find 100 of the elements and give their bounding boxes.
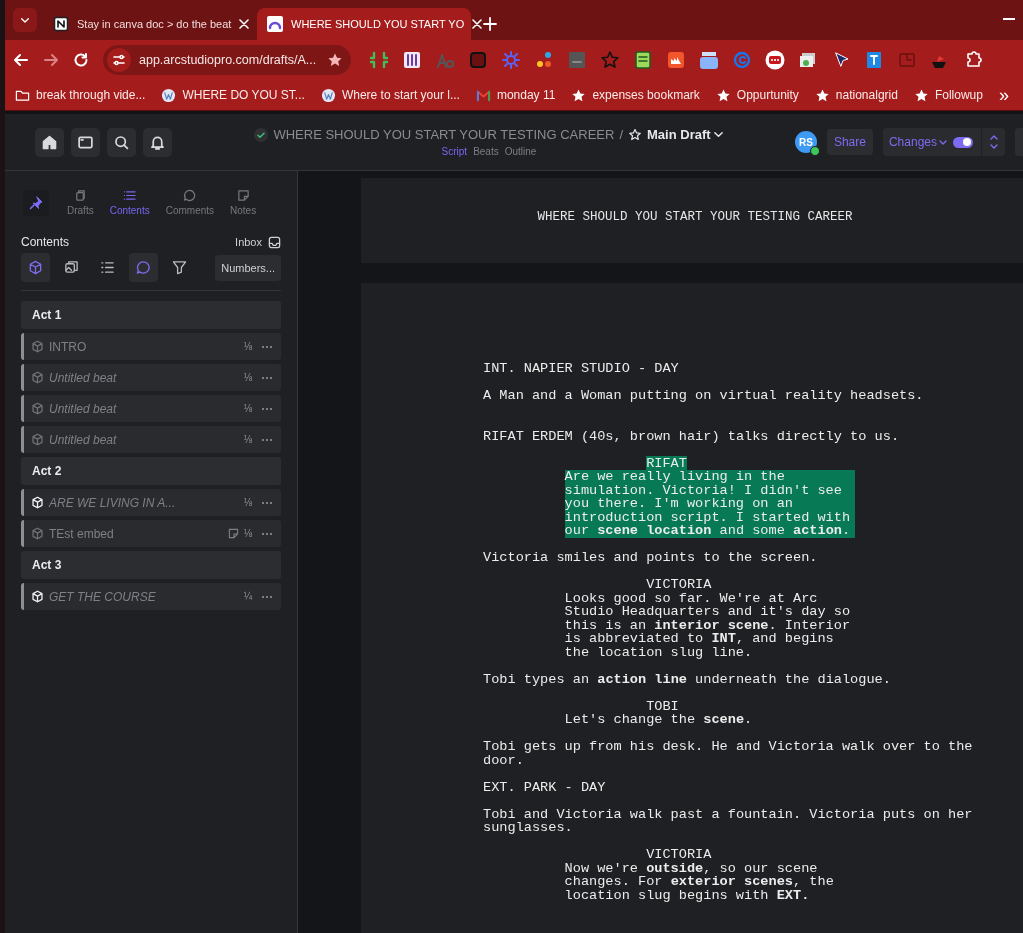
browser-tab[interactable]: Stay in canva doc > do the beat <box>43 8 257 40</box>
action-line: Tobi types an action line underneath the dialogue. <box>483 672 892 686</box>
filter-icon <box>172 260 187 275</box>
extension-icon[interactable] <box>864 50 884 70</box>
scene-heading: EXT. PARK - DAY <box>483 780 607 794</box>
changes-toggle[interactable] <box>953 136 973 148</box>
more-icon[interactable] <box>261 594 273 599</box>
plus-icon[interactable] <box>483 17 497 31</box>
comment-filter-button[interactable] <box>129 253 158 282</box>
pin-button[interactable] <box>23 190 49 216</box>
more-icon[interactable] <box>261 531 273 536</box>
bookmark[interactable]: nationalgrid <box>835 88 898 102</box>
more-bookmarks-button[interactable]: » <box>998 84 1009 106</box>
dialogue-text: Let's change the scene. <box>564 713 754 727</box>
list-icon <box>123 189 137 202</box>
changes-dropdown[interactable]: Changes <box>888 135 937 149</box>
more-icon[interactable] <box>261 437 273 442</box>
home-button[interactable] <box>35 127 64 157</box>
tab-search-button[interactable] <box>13 8 37 32</box>
star-icon <box>814 87 830 103</box>
extension-icon[interactable] <box>798 50 818 70</box>
site-settings-icon[interactable] <box>107 48 131 72</box>
act-heading[interactable]: Act 2 <box>21 457 281 485</box>
extension-icon[interactable] <box>666 50 686 70</box>
bookmark[interactable]: monday 11 <box>496 88 556 102</box>
more-icon[interactable] <box>261 375 273 380</box>
view-tab[interactable]: Script <box>441 146 468 157</box>
sidebar-tab[interactable]: Notes <box>224 189 263 216</box>
search-icon <box>113 133 130 151</box>
images-icon <box>64 260 79 275</box>
star-icon[interactable] <box>600 50 620 70</box>
caret-icon <box>712 129 724 140</box>
page-count: ⅛ <box>243 434 252 445</box>
view-tab[interactable]: Beats <box>473 146 499 157</box>
share-button[interactable]: Share <box>826 129 873 155</box>
act-heading[interactable]: Act 1 <box>21 301 281 329</box>
beat-item[interactable]: INTRO ⅛ <box>21 333 281 360</box>
numbers-dropdown[interactable]: Numbers... <box>215 254 281 281</box>
action-line: RIFAT ERDEM (40s, brown hair) talks directly to us. <box>483 429 901 443</box>
sidebar-tab[interactable]: Drafts <box>61 189 100 216</box>
bookmark[interactable]: expenses bookmark <box>592 88 700 102</box>
comment-icon <box>136 260 151 275</box>
page-count: ⅛ <box>243 341 252 352</box>
back-icon[interactable] <box>13 52 29 68</box>
notepad-icon[interactable] <box>633 50 653 70</box>
dialogue-text: Are we really living in the simulation. Victoria! I didn't see you there. I'm working on an introduction script. I started with our scene location and some action. <box>564 470 855 538</box>
extension-icon[interactable] <box>369 50 389 70</box>
forward-icon[interactable] <box>43 52 59 68</box>
globe-icon <box>320 87 336 103</box>
beat-item[interactable]: Untitled beat ⅛ <box>21 426 281 453</box>
more-icon[interactable] <box>261 500 273 505</box>
cube-filter-button[interactable] <box>21 253 50 282</box>
beat-title: Untitled beat <box>49 370 118 385</box>
page-count: ¼ <box>243 591 252 602</box>
action-line: A Man and a Woman putting on virtual reality headsets. <box>483 389 925 403</box>
bookmark[interactable]: Oppurtunity <box>736 88 799 102</box>
beat-item[interactable]: ARE WE LIVING IN A... ⅛ <box>21 489 281 516</box>
bell-button[interactable] <box>143 127 172 157</box>
breadcrumb-separator: / <box>619 127 623 142</box>
beat-title: INTRO <box>49 339 88 354</box>
star-icon[interactable] <box>628 127 642 142</box>
beat-item[interactable]: Untitled beat ⅛ <box>21 364 281 391</box>
pin-icon <box>29 196 43 210</box>
bookmark[interactable]: break through vide... <box>36 88 146 102</box>
beat-title: GET THE COURSE <box>49 589 157 604</box>
address-bar[interactable]: app.arcstudiopro.com/drafts/A... <box>103 45 351 75</box>
window-button[interactable] <box>71 127 100 157</box>
close-icon[interactable] <box>239 19 250 29</box>
close-icon[interactable] <box>472 19 483 29</box>
star-icon <box>571 87 587 103</box>
act-heading[interactable]: Act 3 <box>21 551 281 579</box>
notebook-icon <box>53 16 69 32</box>
beat-title: Untitled beat <box>49 432 118 447</box>
list-icon <box>100 260 115 275</box>
sidebar-tab[interactable]: Comments <box>159 189 221 216</box>
bookmark[interactable]: Where to start your l... <box>341 88 460 102</box>
beat-item[interactable]: TEst embed ⅛ <box>21 520 281 547</box>
inbox-button[interactable]: Inbox <box>235 235 281 249</box>
inbox-icon <box>268 235 281 249</box>
search-button[interactable] <box>107 127 136 157</box>
more-icon[interactable] <box>261 406 273 411</box>
bookmark[interactable]: WHERE DO YOU ST... <box>182 88 305 102</box>
cube-icon <box>28 260 43 275</box>
action-line: Tobi gets up from his desk. He and Victoria walk over to the door. <box>483 740 974 767</box>
bookmark-star-icon[interactable] <box>327 52 343 68</box>
beat-item[interactable]: GET THE COURSE ¼ <box>21 583 281 610</box>
action-line: Victoria smiles and points to the screen. <box>483 551 819 565</box>
view-tab[interactable]: Outline <box>504 146 537 157</box>
bookmark[interactable]: Followup <box>934 88 983 102</box>
extension-icon[interactable] <box>765 50 785 70</box>
more-icon[interactable] <box>261 344 273 349</box>
reload-icon[interactable] <box>73 52 89 68</box>
globe-icon <box>161 87 177 103</box>
copy-icon <box>73 189 87 202</box>
beat-item[interactable]: Untitled beat ⅛ <box>21 395 281 422</box>
draft-dropdown[interactable]: Main Draft <box>647 127 724 142</box>
dots-icon[interactable] <box>534 50 554 70</box>
document-title: WHERE SHOULD YOU START YOUR TESTING CAREER <box>273 127 615 142</box>
beat-title: ARE WE LIVING IN A... <box>49 495 177 510</box>
sidebar-tab[interactable]: Contents <box>103 189 156 216</box>
